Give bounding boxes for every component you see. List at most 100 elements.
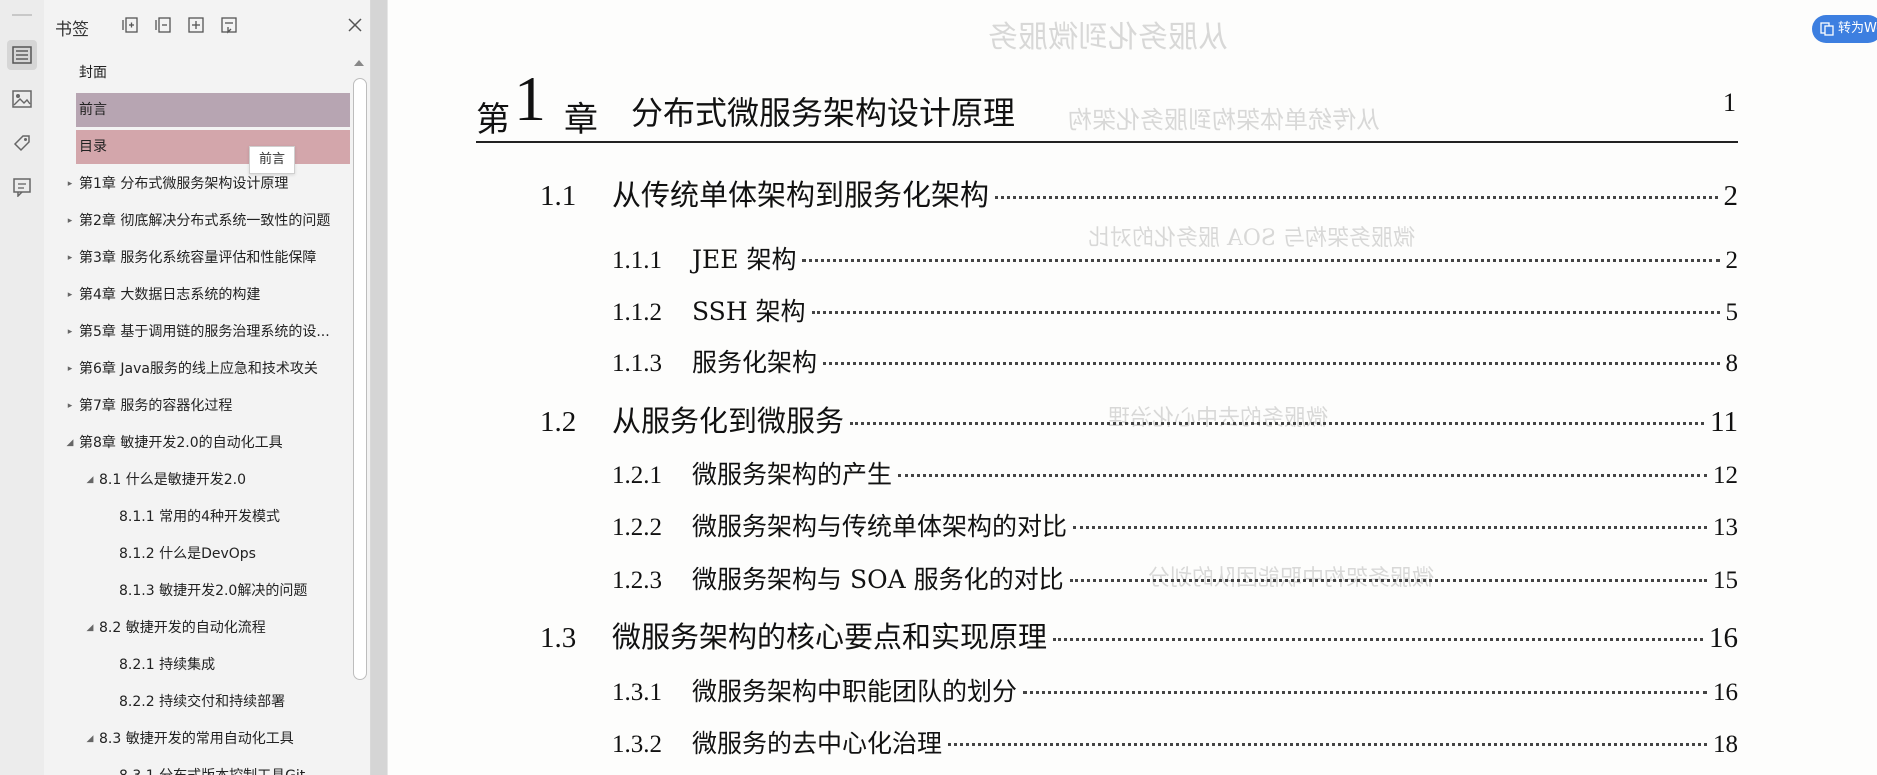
- toc-subsection-entry[interactable]: 1.1.2 SSH 架构 5: [612, 292, 1738, 328]
- collapsed-arrow-icon[interactable]: ▸: [65, 389, 75, 423]
- toc-subsection-entry[interactable]: 1.3.1 微服务架构中职能团队的划分 16: [612, 672, 1738, 708]
- bookmark-panel-icon[interactable]: [7, 40, 37, 70]
- add-bookmark-icon[interactable]: [185, 14, 207, 36]
- bookmark-label: 8.3.1 分布式版本控制工具Git: [119, 759, 305, 775]
- bookmark-tooltip: 前言: [249, 146, 296, 174]
- toc-leader-dots: [823, 362, 1720, 365]
- convert-label: 转为Wo: [1838, 21, 1877, 36]
- toc-title: 从服务化到微服务: [612, 404, 845, 438]
- bookmark-panel-header: 书签: [44, 0, 370, 52]
- comment-icon[interactable]: [7, 172, 37, 202]
- drag-grip[interactable]: [12, 14, 32, 16]
- toc-leader-dots: [1023, 691, 1707, 694]
- toc-subsection-entry[interactable]: 1.1.3 服务化架构 8: [612, 343, 1738, 379]
- toc-section-entry[interactable]: 1.1 从传统单体架构到服务化架构 2: [540, 172, 1738, 214]
- bookmark-label: 8.3 敏捷开发的常用自动化工具: [99, 731, 294, 747]
- toc-title: 微服务架构中职能团队的划分: [692, 677, 1018, 706]
- toc-title: 从传统单体架构到服务化架构: [612, 178, 990, 212]
- bookmark-item[interactable]: 8.1.2 什么是DevOps: [44, 537, 350, 571]
- toc-subsection-entry[interactable]: 1.3.2 微服务的去中心化治理 18: [612, 724, 1738, 760]
- thumbnail-image-icon[interactable]: [7, 84, 37, 114]
- bookmark-item[interactable]: 封面: [44, 56, 350, 90]
- bookmark-item[interactable]: 前言: [76, 93, 350, 127]
- bookmark-item[interactable]: 8.1.1 常用的4种开发模式: [44, 500, 350, 534]
- bookmark-item[interactable]: ▸ 第1章 分布式微服务架构设计原理: [44, 167, 350, 201]
- chapter-suffix: 章: [564, 100, 598, 140]
- bookmark-item[interactable]: ◢ 第8章 敏捷开发2.0的自动化工具: [44, 426, 350, 460]
- toc-subsection-entry[interactable]: 1.1.1 JEE 架构 2: [612, 240, 1738, 276]
- bookmark-item[interactable]: ▸ 第5章 基于调用链的服务治理系统的设...: [44, 315, 350, 349]
- collapsed-arrow-icon[interactable]: ▸: [65, 241, 75, 275]
- collapsed-arrow-icon[interactable]: ▸: [65, 278, 75, 312]
- toc-title: 微服务架构与 SOA 服务化的对比: [692, 565, 1064, 594]
- annotation-tag-icon[interactable]: [7, 128, 37, 158]
- toc-leader-dots: [995, 196, 1718, 199]
- close-panel-button[interactable]: [344, 14, 366, 36]
- bookmark-item[interactable]: ▸ 第3章 服务化系统容量评估和性能保障: [44, 241, 350, 275]
- expanded-arrow-icon[interactable]: ◢: [85, 722, 95, 756]
- toc-subsection-entry[interactable]: 1.2.3 微服务架构与 SOA 服务化的对比 15: [612, 560, 1738, 596]
- expand-all-icon[interactable]: [119, 14, 141, 36]
- collapsed-arrow-icon[interactable]: ▸: [65, 167, 75, 201]
- toc-page-number: 12: [1713, 462, 1738, 489]
- toc-subsection-entry[interactable]: 1.2.2 微服务架构与传统单体架构的对比 13: [612, 507, 1738, 543]
- edit-bookmark-icon[interactable]: [218, 14, 240, 36]
- bookmark-item[interactable]: 8.2.1 持续集成: [44, 648, 350, 682]
- bookmark-item[interactable]: ◢ 8.2 敏捷开发的自动化流程: [44, 611, 350, 645]
- toc-number: 1.2.2: [612, 514, 662, 541]
- chapter-number: 1: [514, 63, 546, 134]
- toc-page-number: 16: [1709, 622, 1738, 654]
- toc-title: JEE 架构: [692, 245, 797, 274]
- toc-number: 1.2: [540, 406, 577, 438]
- toc-leader-dots: [898, 474, 1707, 477]
- expanded-arrow-icon[interactable]: ◢: [65, 426, 75, 460]
- bookmark-label: 第3章 服务化系统容量评估和性能保障: [79, 250, 317, 266]
- chapter-page-number: 1: [1723, 88, 1736, 117]
- bookmark-label: 8.1 什么是敏捷开发2.0: [99, 472, 246, 488]
- bookmark-label: 8.1.2 什么是DevOps: [119, 546, 256, 562]
- bookmark-label: 8.2 敏捷开发的自动化流程: [99, 620, 266, 636]
- bookmark-scrollbar[interactable]: [350, 54, 368, 775]
- bookmark-item[interactable]: ▸ 第2章 彻底解决分布式系统一致性的问题: [44, 204, 350, 238]
- collapsed-arrow-icon[interactable]: ▸: [65, 315, 75, 349]
- collapsed-arrow-icon[interactable]: ▸: [65, 204, 75, 238]
- scroll-up-arrow[interactable]: [354, 60, 364, 66]
- bookmark-item[interactable]: ▸ 第7章 服务的容器化过程: [44, 389, 350, 423]
- toc-page-number: 18: [1713, 731, 1738, 758]
- panel-splitter[interactable]: [371, 0, 387, 775]
- bookmark-item[interactable]: 8.1.3 敏捷开发2.0解决的问题: [44, 574, 350, 608]
- convert-icon: [1820, 22, 1834, 36]
- toc-page-number: 2: [1723, 180, 1739, 212]
- collapsed-arrow-icon[interactable]: ▸: [65, 352, 75, 386]
- bookmark-item[interactable]: ◢ 8.3 敏捷开发的常用自动化工具: [44, 722, 350, 756]
- bookmark-label: 8.1.1 常用的4种开发模式: [119, 509, 280, 525]
- toc-subsection-entry[interactable]: 1.2.1 微服务架构的产生 12: [612, 455, 1738, 491]
- bookmark-item[interactable]: 8.3.1 分布式版本控制工具Git: [44, 759, 350, 775]
- bookmark-label: 8.2.1 持续集成: [119, 657, 216, 673]
- scroll-thumb[interactable]: [353, 78, 367, 680]
- bookmark-label: 第2章 彻底解决分布式系统一致性的问题: [79, 213, 331, 229]
- toc-title: 微服务的去中心化治理: [692, 729, 943, 758]
- toc-title: 微服务架构与传统单体架构的对比: [692, 512, 1068, 541]
- bookmark-label: 第5章 基于调用链的服务治理系统的设...: [79, 324, 330, 340]
- toc-title: SSH 架构: [692, 297, 806, 326]
- toc-page-number: 11: [1710, 406, 1738, 438]
- close-icon: [348, 18, 362, 32]
- bookmark-item[interactable]: ◢ 8.1 什么是敏捷开发2.0: [44, 463, 350, 497]
- bookmark-item[interactable]: 8.2.2 持续交付和持续部署: [44, 685, 350, 719]
- toc-leader-dots: [802, 259, 1720, 262]
- bookmark-item[interactable]: ▸ 第4章 大数据日志系统的构建: [44, 278, 350, 312]
- toc-section-entry[interactable]: 1.3 微服务架构的核心要点和实现原理 16: [540, 614, 1738, 656]
- collapse-all-icon[interactable]: [152, 14, 174, 36]
- expanded-arrow-icon[interactable]: ◢: [85, 463, 95, 497]
- toc-number: 1.3.1: [612, 679, 662, 706]
- toc-section-entry[interactable]: 1.2 从服务化到微服务 11: [540, 398, 1738, 440]
- toc-page: 第 1 章 分布式微服务架构设计原理 1 1.1 从传统单体架构到服务化架构 2 1.…: [388, 0, 1877, 775]
- bookmark-label: 8.2.2 持续交付和持续部署: [119, 694, 286, 710]
- bookmark-item[interactable]: 目录: [76, 130, 350, 164]
- expanded-arrow-icon[interactable]: ◢: [85, 611, 95, 645]
- bookmark-item[interactable]: ▸ 第6章 Java服务的线上应急和技术攻关: [44, 352, 350, 386]
- convert-to-word-button[interactable]: 转为Wo: [1812, 15, 1877, 43]
- toc-number: 1.1.3: [612, 350, 662, 377]
- toc-number: 1.3.2: [612, 731, 662, 758]
